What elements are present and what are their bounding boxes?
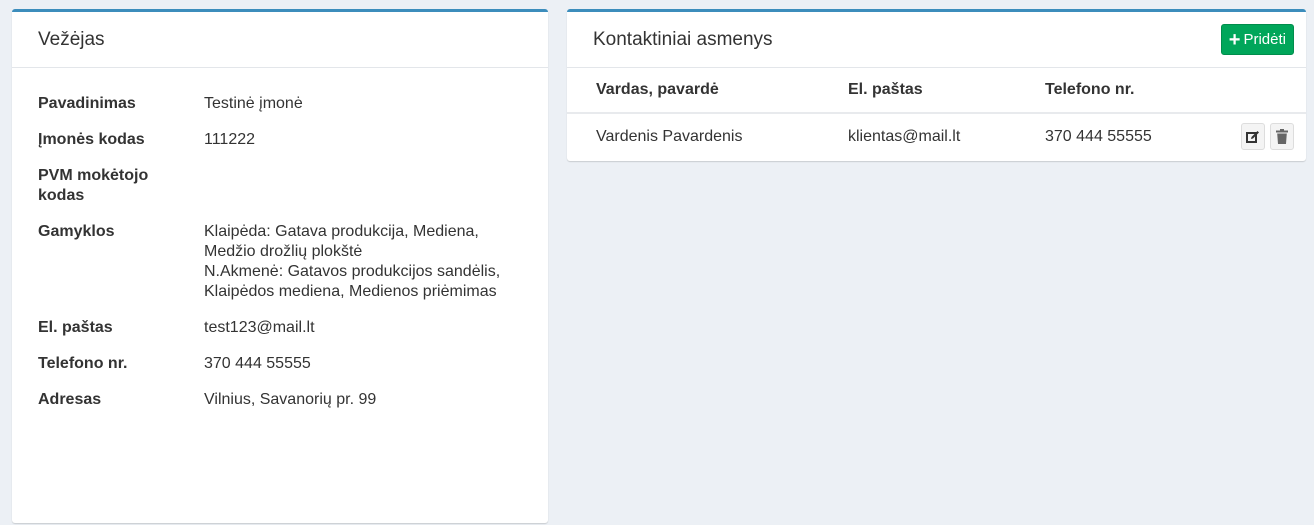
- contacts-panel: Kontaktiniai asmenys + Pridėti Vardas, p…: [567, 9, 1306, 161]
- column-header-name: Vardas, pavardė: [567, 68, 848, 114]
- add-contact-label: Pridėti: [1243, 31, 1286, 48]
- carrier-panel-header: Vežėjas: [12, 12, 548, 68]
- detail-value: Vilnius, Savanorių pr. 99: [204, 391, 377, 408]
- edit-contact-button[interactable]: [1240, 123, 1265, 150]
- edit-icon: [1245, 130, 1259, 143]
- factory-line: N.Akmenė: Gatavos produkcijos sandėlis, …: [204, 263, 501, 300]
- detail-label: Įmonės kodas: [38, 131, 145, 148]
- contacts-table: Vardas, pavardė El. paštas Telefono nr. …: [567, 68, 1306, 159]
- detail-label: Telefono nr.: [38, 355, 128, 372]
- cell-phone: 370 444 55555: [1045, 127, 1152, 145]
- cell-actions: [1220, 113, 1306, 159]
- table-header-row: Vardas, pavardė El. paštas Telefono nr.: [567, 68, 1306, 114]
- carrier-panel: Vežėjas Pavadinimas Testinė įmonė Įmonės…: [12, 9, 548, 523]
- detail-row-vat: PVM mokėtojo kodas: [38, 166, 548, 206]
- contacts-panel-title: Kontaktiniai asmenys: [593, 28, 773, 50]
- detail-value: 370 444 55555: [204, 355, 311, 372]
- carrier-panel-title: Vežėjas: [38, 28, 105, 50]
- carrier-details: Pavadinimas Testinė įmonė Įmonės kodas 1…: [12, 68, 548, 410]
- detail-row-phone: Telefono nr. 370 444 55555: [38, 354, 548, 374]
- detail-label: Pavadinimas: [38, 95, 136, 112]
- detail-label: PVM mokėtojo kodas: [38, 167, 149, 204]
- detail-value: test123@mail.lt: [204, 319, 315, 336]
- detail-row-email: El. paštas test123@mail.lt: [38, 318, 548, 338]
- detail-value-factories: Klaipėda: Gatava produkcija, Mediena, Me…: [204, 222, 534, 302]
- detail-value: 111222: [204, 131, 256, 148]
- column-header-actions: [1220, 68, 1306, 114]
- cell-name: Vardenis Pavardenis: [596, 127, 743, 145]
- add-contact-button[interactable]: + Pridėti: [1220, 24, 1294, 55]
- detail-row-name: Pavadinimas Testinė įmonė: [38, 94, 548, 114]
- trash-icon: [1276, 129, 1288, 144]
- detail-label: Adresas: [38, 391, 102, 408]
- column-header-email: El. paštas: [848, 68, 1045, 114]
- detail-value: Testinė įmonė: [204, 95, 303, 112]
- table-row: Vardenis Pavardenis klientas@mail.lt 370…: [567, 113, 1306, 159]
- detail-row-factories: Gamyklos Klaipėda: Gatava produkcija, Me…: [38, 222, 548, 302]
- plus-icon: +: [1228, 28, 1241, 51]
- factory-line: Klaipėda: Gatava produkcija, Mediena, Me…: [204, 223, 479, 260]
- detail-row-code: Įmonės kodas 111222: [38, 130, 548, 150]
- detail-row-address: Adresas Vilnius, Savanorių pr. 99: [38, 390, 548, 410]
- contacts-panel-header: Kontaktiniai asmenys + Pridėti: [567, 12, 1306, 68]
- detail-label: Gamyklos: [38, 223, 115, 240]
- detail-value: [204, 166, 534, 206]
- delete-contact-button[interactable]: [1270, 123, 1294, 150]
- detail-label: El. paštas: [38, 319, 113, 336]
- cell-email: klientas@mail.lt: [848, 127, 961, 145]
- column-header-phone: Telefono nr.: [1045, 68, 1220, 114]
